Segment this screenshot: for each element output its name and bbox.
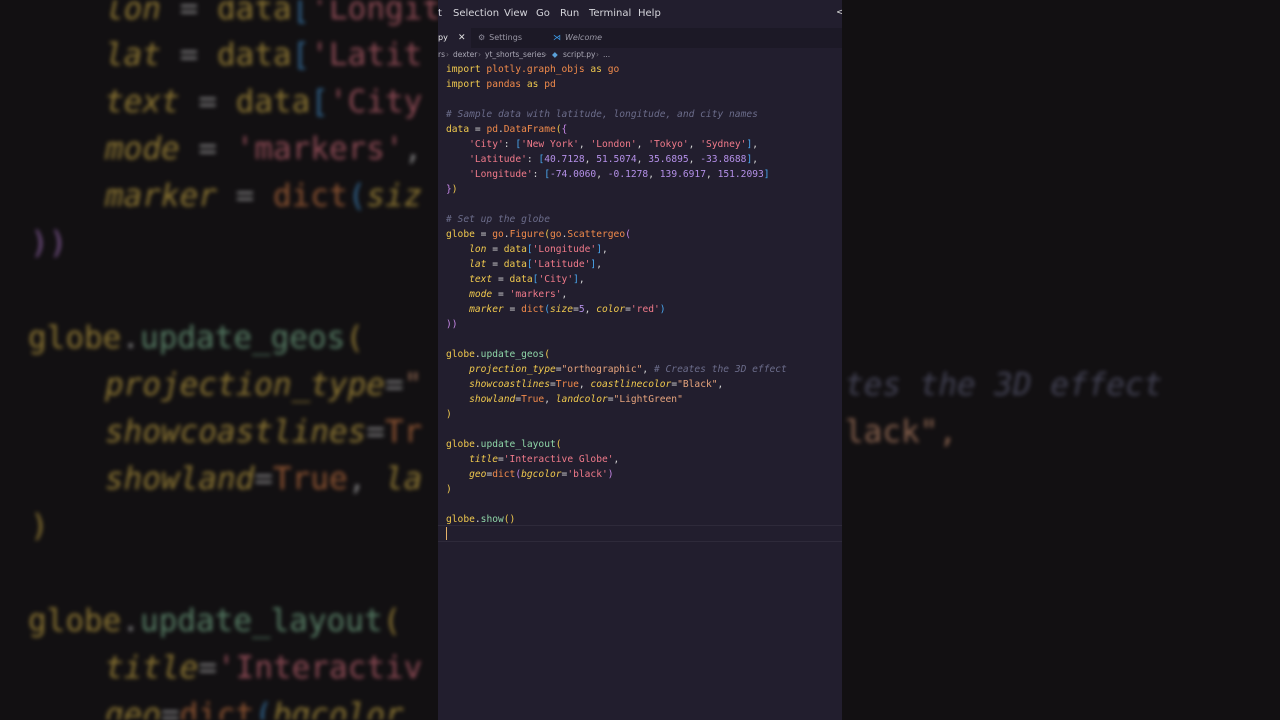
code-line: text = data['City'], (469, 274, 585, 285)
breadcrumb-separator: › (544, 50, 547, 59)
tab-script-py[interactable]: py ✕ (438, 28, 471, 48)
bg-code-line: showcoastlines=Tr (105, 414, 423, 450)
python-file-icon: ◆ (552, 50, 558, 59)
code-line: ) (446, 484, 452, 495)
menu-item-partial[interactable]: t (438, 8, 442, 19)
bg-code-line: lat = data['Latit (105, 37, 423, 73)
code-line: showcoastlines=True, coastlinecolor="Bla… (469, 379, 724, 390)
code-line: globe = go.Figure(go.Scattergeo( (446, 229, 631, 240)
breadcrumb-item[interactable]: dexter (453, 48, 477, 62)
menu-item-help[interactable]: Help (638, 8, 661, 19)
code-line: showland=True, landcolor="LightGreen" (469, 394, 683, 405)
bg-code-line: title='Interactiv (105, 650, 423, 686)
bg-code-line: projection_type=" (105, 367, 423, 403)
code-comment: # Set up the globe (446, 214, 550, 225)
code-line: lat = data['Latitude'], (469, 259, 602, 270)
tab-bar: py ✕ ⚙ Settings ⋊ Welcome (438, 28, 842, 48)
menu-bar: t Selection View Go Run Terminal Help < (438, 0, 842, 28)
code-line: title='Interactive Globe', (469, 454, 620, 465)
menu-item-selection[interactable]: Selection (453, 8, 499, 19)
code-line: import plotly.graph_objs as go (446, 64, 620, 75)
code-comment: # Sample data with latitude, longitude, … (446, 109, 758, 120)
vscode-logo-icon: ⋊ (553, 33, 561, 42)
code-line: 'Latitude': [40.7128, 51.5074, 35.6895, … (469, 154, 758, 165)
code-line: marker = dict(size=5, color='red') (469, 304, 666, 315)
code-line: ) (446, 409, 452, 420)
code-line: }) (446, 184, 458, 195)
code-line: lon = data['Longitude'], (469, 244, 608, 255)
bg-code-line: lack", (845, 414, 957, 450)
code-line: globe.show() (446, 514, 516, 525)
tab-label: Settings (489, 33, 522, 42)
breadcrumb-item[interactable]: script.py (563, 48, 595, 62)
breadcrumb-separator: › (596, 50, 599, 59)
bg-code-line: )) (30, 225, 68, 261)
text-cursor (446, 527, 447, 540)
breadcrumb: rs › dexter › yt_shorts_series › ◆ scrip… (438, 48, 842, 62)
code-line: projection_type="orthographic", # Create… (469, 364, 787, 375)
bg-code-line: lon = data['Longit (105, 0, 441, 27)
bg-code-line: globe.update_geos( (28, 320, 364, 356)
tab-welcome[interactable]: ⋊ Welcome (553, 28, 602, 48)
code-line: mode = 'markers', (469, 289, 568, 300)
breadcrumb-separator: › (478, 50, 481, 59)
current-line-highlight (438, 525, 842, 542)
code-line: import pandas as pd (446, 79, 556, 90)
breadcrumb-item[interactable]: yt_shorts_series (485, 48, 545, 62)
menu-item-view[interactable]: View (504, 8, 528, 19)
tab-label: py (438, 33, 448, 42)
breadcrumb-item[interactable]: rs (438, 48, 445, 62)
tab-label: Welcome (565, 33, 603, 42)
close-icon[interactable]: ✕ (458, 28, 466, 48)
menu-item-terminal[interactable]: Terminal (589, 8, 631, 19)
bg-code-line: text = data['City (105, 84, 423, 120)
code-line: 'Longitude': [-74.0060, -0.1278, 139.691… (469, 169, 770, 180)
code-editor[interactable]: import plotly.graph_objs as go import pa… (438, 62, 842, 720)
bg-code-line: ) (30, 508, 49, 544)
code-line: data = pd.DataFrame({ (446, 124, 568, 135)
code-line: globe.update_layout( (446, 439, 562, 450)
bg-code-line: mode = 'markers', (105, 131, 423, 167)
code-line: globe.update_geos( (446, 349, 550, 360)
bg-code-line: geo=dict(bgcolor (105, 697, 404, 720)
code-line: geo=dict(bgcolor='black') (469, 469, 614, 480)
bg-code-line: globe.update_layout( (28, 603, 402, 639)
bg-code-line: marker = dict(siz (105, 178, 423, 214)
breadcrumb-item[interactable]: ... (603, 48, 610, 62)
menu-item-go[interactable]: Go (536, 8, 550, 19)
tab-settings[interactable]: ⚙ Settings (478, 28, 522, 48)
code-line: 'City': ['New York', 'London', 'Tokyo', … (469, 139, 758, 150)
gear-icon: ⚙ (478, 33, 486, 42)
breadcrumb-separator: › (446, 50, 449, 59)
code-line: )) (446, 319, 458, 330)
menu-item-run[interactable]: Run (560, 8, 579, 19)
editor-window: t Selection View Go Run Terminal Help < … (438, 0, 842, 720)
bg-code-line: tes the 3D effect (845, 367, 1163, 403)
back-chevron-icon[interactable]: < (836, 7, 842, 18)
bg-code-line: showland=True, la (105, 461, 423, 497)
